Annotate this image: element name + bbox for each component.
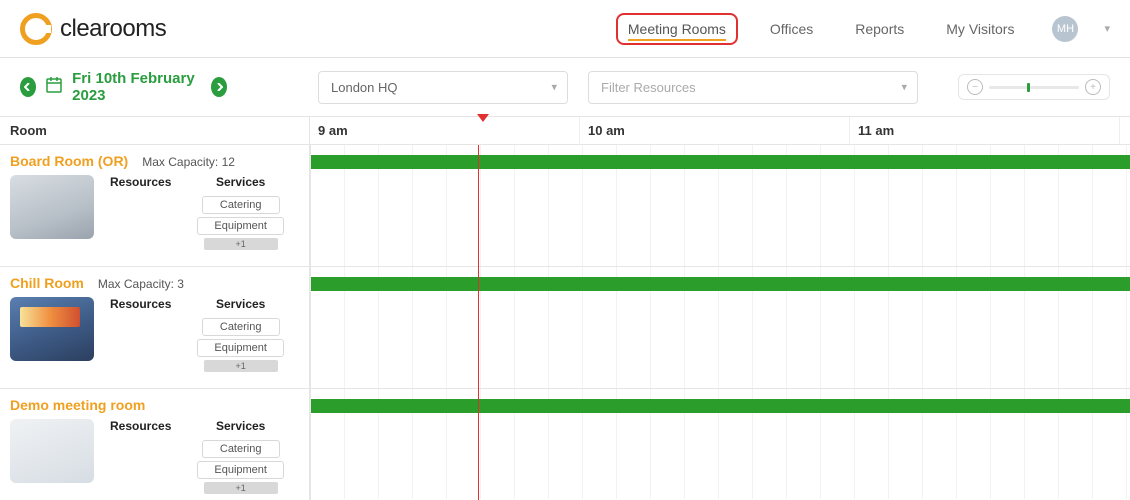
location-select[interactable]: London HQ xyxy=(318,71,568,104)
current-time-line xyxy=(478,145,479,500)
services-column-label: Services xyxy=(216,419,265,433)
resources-column-label: Resources xyxy=(110,297,171,311)
schedule-grid: Room 9 am 10 am 11 am Board Room (OR) Ma… xyxy=(0,116,1130,500)
room-thumbnail[interactable] xyxy=(10,297,94,361)
timeline-area xyxy=(310,145,1130,500)
next-day-button[interactable] xyxy=(211,77,227,97)
nav-offices[interactable]: Offices xyxy=(760,15,823,43)
services-column-label: Services xyxy=(216,297,265,311)
top-nav: Meeting Rooms Offices Reports My Visitor… xyxy=(616,13,1110,45)
timeline-row[interactable] xyxy=(311,389,1130,499)
zoom-out-button[interactable]: − xyxy=(967,79,983,95)
nav-meeting-rooms[interactable]: Meeting Rooms xyxy=(616,13,738,45)
chevron-down-icon[interactable]: ▾ xyxy=(1104,22,1110,35)
room-column-header: Room xyxy=(0,117,310,144)
service-more-button[interactable]: +1 xyxy=(204,360,278,372)
timeline-row[interactable] xyxy=(311,267,1130,389)
room-cell: Chill Room Max Capacity: 3 Resources Ser… xyxy=(0,267,310,389)
service-equipment-button[interactable]: Equipment xyxy=(197,217,284,235)
service-catering-button[interactable]: Catering xyxy=(202,318,280,336)
room-name[interactable]: Board Room (OR) xyxy=(10,153,128,169)
current-time-indicator-icon xyxy=(477,114,489,122)
toolbar: Fri 10th February 2023 London HQ Filter … xyxy=(0,58,1130,116)
availability-bar[interactable] xyxy=(311,155,1130,169)
app-header: clearooms Meeting Rooms Offices Reports … xyxy=(0,0,1130,58)
service-more-button[interactable]: +1 xyxy=(204,482,278,494)
zoom-slider[interactable] xyxy=(989,86,1079,89)
availability-bar[interactable] xyxy=(311,277,1130,291)
grid-header-row: Room 9 am 10 am 11 am xyxy=(0,117,1130,145)
time-header-slot: 10 am xyxy=(580,117,850,144)
room-capacity: Max Capacity: 3 xyxy=(98,277,184,291)
service-more-button[interactable]: +1 xyxy=(204,238,278,250)
room-thumbnail[interactable] xyxy=(10,419,94,483)
chevron-left-icon xyxy=(24,83,32,91)
chevron-right-icon xyxy=(215,83,223,91)
time-header-slot: 9 am xyxy=(310,117,580,144)
time-header: 9 am 10 am 11 am xyxy=(310,117,1130,144)
availability-bar[interactable] xyxy=(311,399,1130,413)
service-equipment-button[interactable]: Equipment xyxy=(197,339,284,357)
date-label[interactable]: Fri 10th February 2023 xyxy=(72,70,201,104)
date-navigator: Fri 10th February 2023 xyxy=(20,70,227,104)
time-header-slot: 11 am xyxy=(850,117,1120,144)
zoom-control: − + xyxy=(958,74,1110,100)
filter-resources-select[interactable]: Filter Resources xyxy=(588,71,918,104)
room-thumbnail[interactable] xyxy=(10,175,94,239)
service-catering-button[interactable]: Catering xyxy=(202,196,280,214)
room-capacity: Max Capacity: 12 xyxy=(142,155,235,169)
service-catering-button[interactable]: Catering xyxy=(202,440,280,458)
room-cell: Board Room (OR) Max Capacity: 12 Resourc… xyxy=(0,145,310,267)
user-avatar[interactable]: MH xyxy=(1052,16,1078,42)
services-column-label: Services xyxy=(216,175,265,189)
timeline-row[interactable] xyxy=(311,145,1130,267)
service-equipment-button[interactable]: Equipment xyxy=(197,461,284,479)
resources-column-label: Resources xyxy=(110,175,171,189)
calendar-icon[interactable] xyxy=(46,77,62,97)
zoom-in-button[interactable]: + xyxy=(1085,79,1101,95)
logo-icon xyxy=(20,13,52,45)
prev-day-button[interactable] xyxy=(20,77,36,97)
resources-column-label: Resources xyxy=(110,419,171,433)
brand-name: clearooms xyxy=(60,15,166,43)
brand-logo[interactable]: clearooms xyxy=(20,13,166,45)
room-name[interactable]: Demo meeting room xyxy=(10,397,145,413)
room-name[interactable]: Chill Room xyxy=(10,275,84,291)
room-cell: Demo meeting room Resources Services Cat… xyxy=(0,389,310,500)
nav-my-visitors[interactable]: My Visitors xyxy=(936,15,1024,43)
nav-reports[interactable]: Reports xyxy=(845,15,914,43)
